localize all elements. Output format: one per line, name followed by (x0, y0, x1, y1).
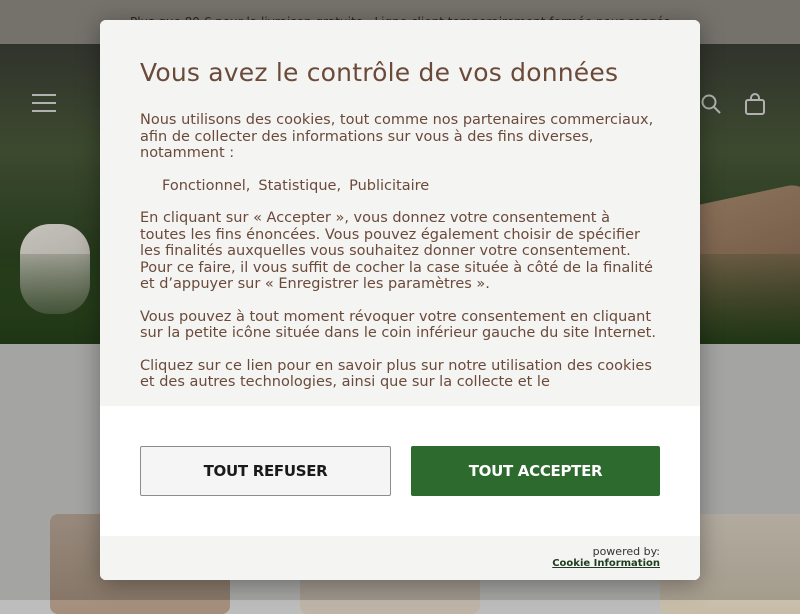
consent-actions: TOUT REFUSER TOUT ACCEPTER (100, 406, 700, 536)
purpose-statistics: Statistique, (258, 177, 342, 194)
refuse-all-button[interactable]: TOUT REFUSER (140, 446, 391, 496)
purpose-functional: Fonctionnel, (162, 177, 251, 194)
intro-text: Nous utilisons des cookies, tout comme n… (140, 112, 654, 161)
consent-content[interactable]: Vous avez le contrôle de vos données Nou… (100, 20, 700, 406)
dialog-footer: powered by: Cookie Information (100, 536, 700, 580)
accept-all-button[interactable]: TOUT ACCEPTER (411, 446, 660, 496)
purpose-marketing: Publicitaire (349, 177, 430, 194)
more-info-text: Cliquez sur ce lien pour en savoir plus … (140, 357, 652, 391)
consent-text: Nous utilisons des cookies, tout comme n… (140, 112, 660, 406)
powered-by-label: powered by: (592, 545, 660, 558)
cookie-consent-dialog: Vous avez le contrôle de vos données Nou… (100, 20, 700, 580)
revoke-explanation: Vous pouvez à tout moment révoquer votre… (140, 308, 656, 342)
powered-by: powered by: Cookie Information (552, 546, 660, 570)
accept-explanation: En cliquant sur « Accepter », vous donne… (140, 210, 653, 292)
dialog-title: Vous avez le contrôle de vos données (140, 58, 619, 87)
purpose-list: Fonctionnel, Statistique, Publicitaire (140, 178, 660, 195)
provider-link[interactable]: Cookie Information (552, 558, 660, 570)
